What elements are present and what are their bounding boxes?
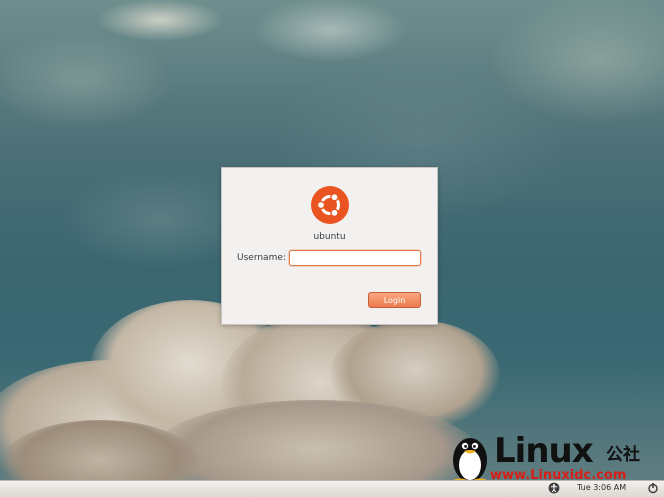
clock[interactable]: Tue 3:06 AM bbox=[577, 483, 626, 492]
power-icon[interactable] bbox=[647, 482, 659, 494]
bottom-panel: Tue 3:06 AM bbox=[0, 480, 664, 497]
username-label: Username: bbox=[237, 253, 286, 263]
tux-penguin-icon bbox=[452, 438, 488, 486]
accessibility-icon[interactable] bbox=[548, 482, 560, 494]
username-input[interactable] bbox=[289, 250, 421, 266]
login-button[interactable]: Login bbox=[368, 292, 421, 308]
login-dialog: ubuntu Username: Login bbox=[221, 167, 438, 325]
ubuntu-logo-icon bbox=[311, 186, 349, 224]
watermark-brand: Linux bbox=[494, 431, 594, 471]
watermark-suffix: 公社 bbox=[606, 445, 640, 465]
hostname-label: ubuntu bbox=[313, 232, 346, 242]
